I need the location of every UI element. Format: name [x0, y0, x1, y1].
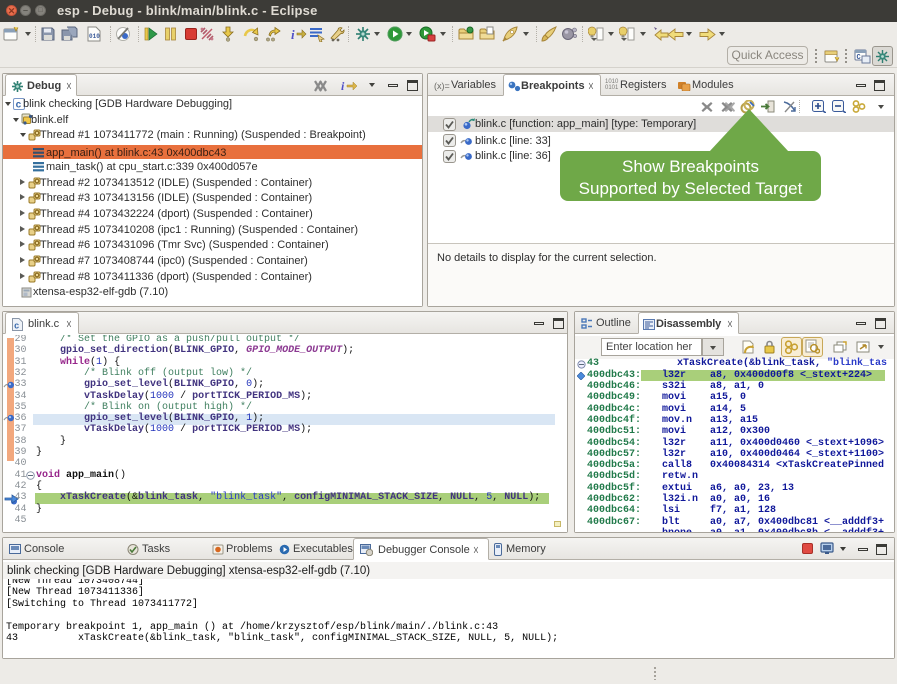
svg-text:010: 010 — [89, 33, 100, 40]
svg-text:C: C — [857, 54, 861, 62]
svg-text:c: c — [16, 100, 22, 110]
svg-text:c: c — [14, 322, 19, 332]
svg-text:i: i — [341, 79, 345, 92]
svg-text:i: i — [291, 27, 295, 42]
